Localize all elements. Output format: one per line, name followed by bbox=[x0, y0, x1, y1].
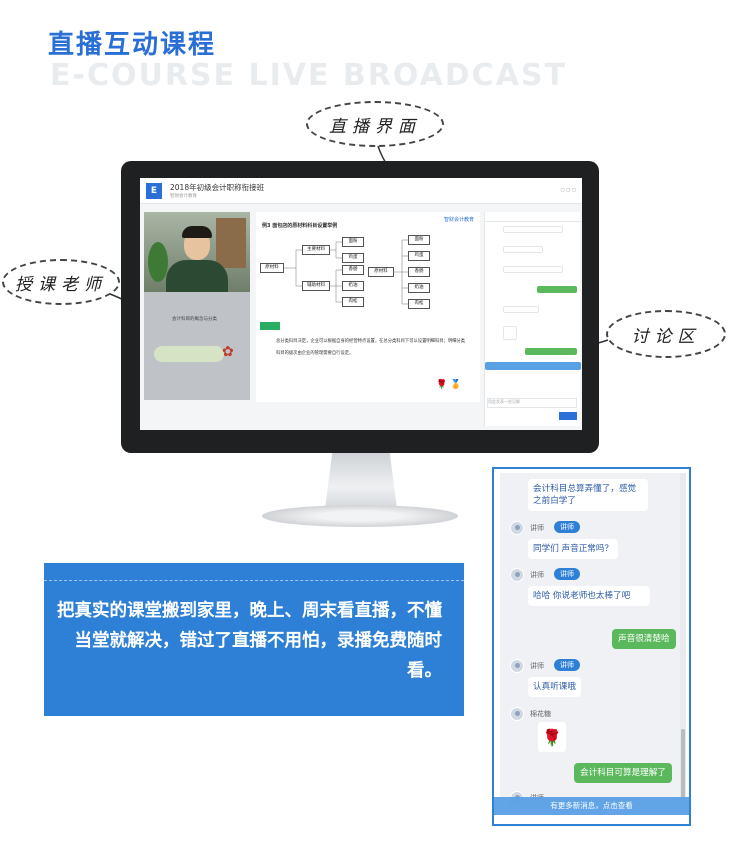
role-tag: 讲师 bbox=[554, 521, 580, 533]
tree-group-main: 主要材料 bbox=[302, 245, 330, 255]
app-logo-icon: E bbox=[146, 183, 162, 199]
tree-leaf: 面粉 bbox=[342, 237, 364, 247]
tree-leaf: 鸡蛋 bbox=[408, 251, 430, 261]
chat-username: 讲师 bbox=[530, 662, 544, 670]
app-title: 2018年初级会计职称衔接班 bbox=[170, 183, 265, 192]
mini-msg-self bbox=[537, 286, 577, 293]
app-header: E 2018年初级会计职称衔接班 智财会计教育 ▢ ▢ ▢ bbox=[140, 178, 582, 204]
chat-message-self: 声音很清楚哈 bbox=[612, 629, 676, 649]
new-messages-bar[interactable]: 有更多新消息，点击查看 bbox=[494, 797, 689, 815]
tree-leaf: 肉松 bbox=[408, 299, 430, 309]
feature-banner: 把真实的课堂搬到家里，晚上、周末看直播，不懂当堂就解决，错过了直播不用怕，录播免… bbox=[44, 563, 464, 716]
chat-username: 讲师 bbox=[530, 571, 544, 579]
teacher-body bbox=[166, 260, 228, 292]
mini-msg bbox=[503, 226, 563, 233]
banner-divider bbox=[44, 580, 464, 581]
left-panel: 会计科目的概念与分类 ✿ bbox=[144, 292, 250, 400]
board-text: 总分类科目决定，企业可以根据自身的经营特点设置，在总分类科目下可以设置明细科目；… bbox=[276, 339, 466, 356]
monitor-base bbox=[262, 505, 458, 527]
teacher-video bbox=[144, 212, 250, 292]
chat-message: 同学们 声音正常吗？ bbox=[528, 539, 619, 559]
chat-username: 棉花糖 bbox=[530, 710, 551, 718]
mini-more-bar[interactable] bbox=[485, 362, 581, 370]
monitor-screen: E 2018年初级会计职称衔接班 智财会计教育 ▢ ▢ ▢ 会计科目的概念与分类… bbox=[140, 178, 582, 430]
user-avatar-icon bbox=[510, 521, 524, 535]
mini-send-button[interactable] bbox=[559, 412, 577, 420]
tree-root-2: 原材料 bbox=[368, 267, 394, 277]
tree-leaf: 面粉 bbox=[408, 235, 430, 245]
left-panel-text: 会计科目的概念与分类 bbox=[172, 317, 217, 322]
mini-msg bbox=[503, 306, 539, 313]
app-brand: 智财会计教育 bbox=[170, 194, 197, 199]
role-tag: 讲师 bbox=[554, 568, 580, 580]
callout-live-ui: 直播界面 bbox=[306, 101, 444, 147]
tree-group-aux: 辅助材料 bbox=[302, 281, 330, 291]
tree-leaf: 奶油 bbox=[342, 281, 364, 291]
mini-chat-input[interactable]: 用此发表一些见解 bbox=[487, 398, 577, 408]
tree-leaf: 鸡蛋 bbox=[342, 253, 364, 263]
teacher-hair bbox=[182, 226, 212, 238]
chat-panel-zoom: 会计科目总算弄懂了，感觉之前白学了 讲师 讲师 同学们 声音正常吗？ 讲师 讲师… bbox=[492, 467, 691, 826]
tree-leaf: 香肠 bbox=[342, 265, 364, 275]
callout-teacher: 授课老师 bbox=[2, 259, 120, 305]
whiteboard: 智财会计教育 例3 面包店的原材料科目设置举例 原材料 主要材料 辅助材料 面粉… bbox=[256, 212, 480, 402]
chat-message-self: 会计科目可算是理解了 bbox=[574, 763, 672, 783]
chat-scroll-thumb[interactable] bbox=[681, 729, 685, 799]
user-avatar-icon bbox=[510, 568, 524, 582]
board-marker bbox=[260, 322, 280, 330]
gift-badge bbox=[154, 346, 224, 362]
role-tag: 讲师 bbox=[554, 659, 580, 671]
tree-root: 原材料 bbox=[260, 263, 284, 273]
mini-msg bbox=[503, 246, 543, 253]
app-toolbar[interactable]: ▢ ▢ ▢ bbox=[560, 188, 576, 193]
rose-gift-icon: 🌹 bbox=[538, 722, 566, 752]
mini-msg-self bbox=[525, 348, 577, 355]
chat-message: 认真听课哦 bbox=[528, 677, 581, 697]
mini-chat-tabs[interactable] bbox=[485, 212, 581, 222]
chat-scroll-area[interactable]: 会计科目总算弄懂了，感觉之前白学了 讲师 讲师 同学们 声音正常吗？ 讲师 讲师… bbox=[500, 473, 680, 808]
user-avatar-icon bbox=[510, 659, 524, 673]
banner-text: 把真实的课堂搬到家里，晚上、周末看直播，不懂当堂就解决，错过了直播不用怕，录播免… bbox=[57, 601, 442, 681]
tree-leaf: 香肠 bbox=[408, 267, 430, 277]
rose-icon: ✿ bbox=[222, 344, 234, 360]
gift-icons[interactable]: 🌹 🏅 bbox=[436, 380, 461, 390]
bookshelf bbox=[216, 218, 246, 268]
mini-msg bbox=[503, 266, 563, 273]
tree-leaf: 奶油 bbox=[408, 283, 430, 293]
plant bbox=[148, 242, 168, 282]
chat-message: 哈哈 你说老师也太棒了吧 bbox=[528, 586, 650, 606]
user-avatar-icon bbox=[510, 707, 524, 721]
chat-message: 会计科目总算弄懂了，感觉之前白学了 bbox=[528, 479, 648, 511]
mini-rose bbox=[503, 326, 517, 340]
chat-username: 讲师 bbox=[530, 524, 544, 532]
page-title: 直播互动课程 bbox=[48, 30, 217, 60]
monitor-stand bbox=[325, 453, 397, 509]
mini-chat-panel: 用此发表一些见解 bbox=[484, 212, 581, 426]
tree-leaf: 肉松 bbox=[342, 297, 364, 307]
callout-discussion: 讨论区 bbox=[606, 310, 726, 358]
page-subtitle: E-COURSE LIVE BROADCAST bbox=[50, 58, 567, 93]
